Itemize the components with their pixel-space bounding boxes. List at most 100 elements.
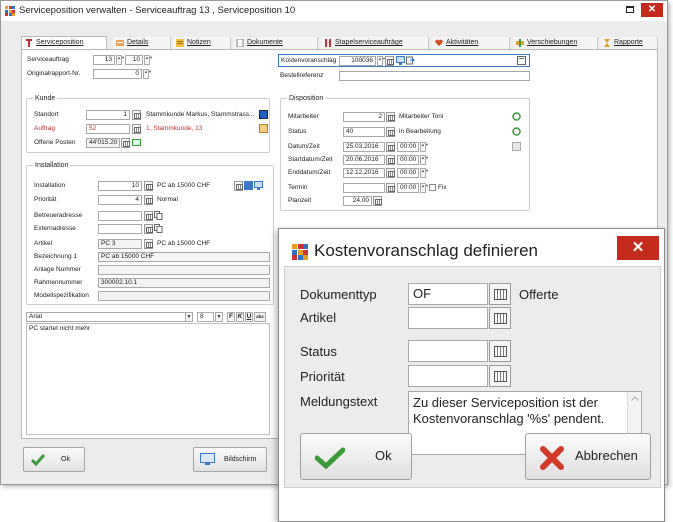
order-folder-icon[interactable] [259, 124, 268, 133]
maximize-icon[interactable] [626, 6, 634, 13]
arrow-edit-icon[interactable] [406, 56, 416, 65]
termin-time-spinner[interactable]: ▲▼ [420, 183, 429, 193]
dialog-status-field[interactable] [408, 340, 488, 362]
installation-field[interactable]: 10 [98, 181, 142, 191]
font-dropdown-chevron-icon[interactable]: ▼ [185, 312, 193, 322]
dialog-prioritaet-grid-button[interactable] [489, 365, 511, 387]
datum-disabled-icon [512, 142, 521, 151]
betreueradresse-copy-icon[interactable] [154, 211, 163, 220]
kostenvoranschlag-spinner[interactable]: ▲▼ [377, 56, 386, 66]
mitarbeiter-field[interactable]: 2 [343, 112, 385, 122]
serviceauftrag-field[interactable]: 13 [93, 55, 115, 65]
fix-label: Fix [438, 184, 447, 191]
font-size-select[interactable]: 8 [197, 312, 214, 322]
startdatum-time-spinner[interactable]: ▲▼ [420, 155, 429, 165]
service-icon [25, 39, 33, 47]
datum-time-spinner[interactable]: ▲▼ [420, 142, 429, 152]
kostenvoranschlag-field[interactable]: 100036 [339, 56, 376, 66]
betreueradresse-field[interactable] [98, 211, 142, 221]
standort-field[interactable]: 1 [86, 110, 130, 120]
prioritaet-grid-button[interactable] [144, 195, 153, 205]
italic-button[interactable]: K [236, 312, 244, 322]
serviceposition-field[interactable]: 10 [125, 55, 143, 65]
dokumenttyp-grid-button[interactable] [489, 283, 511, 305]
tab-verschiebungen[interactable]: Verschiebungen [513, 37, 598, 49]
mitarbeiter-grid-button[interactable] [386, 112, 395, 122]
bildschirm-button[interactable]: Bildschirm [193, 447, 267, 472]
planzeit-grid-button[interactable] [373, 196, 382, 206]
artikel-grid-button[interactable] [144, 239, 153, 249]
datum-time-field[interactable]: 00:00 [397, 142, 419, 152]
auftrag-grid-button[interactable] [132, 124, 141, 134]
font-family-select[interactable]: Arial [26, 312, 192, 322]
tab-serviceposition[interactable]: Serviceposition [21, 36, 107, 49]
externadresse-copy-icon[interactable] [154, 224, 163, 233]
tab-stapelserviceauftraege[interactable]: Stapelserviceaufträge [321, 37, 429, 49]
status-field[interactable]: 40 [343, 127, 385, 137]
tab-rapporte[interactable]: Rapporte [600, 37, 658, 49]
underline-button[interactable]: U [245, 312, 253, 322]
auftrag-field[interactable]: 52 [86, 124, 130, 134]
planzeit-field[interactable]: 24.00 [343, 196, 372, 206]
externadresse-field[interactable] [98, 224, 142, 234]
spellcheck-button[interactable]: abc [254, 312, 266, 322]
tab-details[interactable]: Details [113, 37, 171, 49]
originalrapport-spinner[interactable]: ▲▼ [143, 69, 152, 79]
standort-grid-button[interactable] [132, 110, 141, 120]
monitor-icon[interactable] [396, 56, 405, 65]
prioritaet-field[interactable]: 4 [98, 195, 142, 205]
dialog-prioritaet-field[interactable] [408, 365, 488, 387]
fix-checkbox[interactable] [429, 184, 436, 191]
kostenvoranschlag-dialog: Kostenvoranschlag definieren ✕ Dokumentt… [278, 228, 665, 522]
enddatum-time-spinner[interactable]: ▲▼ [420, 168, 429, 178]
size-dropdown-chevron-icon[interactable]: ▼ [215, 312, 223, 322]
offene-posten-label: Offene Posten [34, 139, 76, 146]
serviceposition-spinner[interactable]: ▲▼ [144, 55, 153, 65]
enddatum-field[interactable]: 12.12.2016 [343, 168, 385, 178]
enddatum-calendar-button[interactable] [386, 168, 395, 178]
installation-monitor-icon[interactable] [254, 181, 263, 190]
startdatum-field[interactable]: 20.06.2016 [343, 155, 385, 165]
tab-notizen[interactable]: Notizen [173, 37, 231, 49]
betreueradresse-grid-button[interactable] [144, 211, 153, 221]
serviceauftrag-spinner[interactable]: ▲▼ [116, 55, 125, 65]
installation-grid-button[interactable] [144, 181, 153, 191]
tab-dokumente[interactable]: Dokumente [233, 37, 318, 49]
refresh-mitarbeiter-icon[interactable] [512, 112, 521, 121]
originalrapport-field[interactable]: 0 [93, 69, 142, 79]
scroll-up-icon[interactable] [631, 396, 639, 401]
refresh-status-icon[interactable] [512, 127, 521, 136]
money-icon[interactable] [132, 138, 141, 147]
externadresse-grid-button[interactable] [144, 224, 153, 234]
termin-field[interactable] [343, 183, 385, 193]
datum-calendar-button[interactable] [386, 142, 395, 152]
editor-text: PC startet nicht mehr [29, 325, 91, 332]
status-grid-button[interactable] [386, 127, 395, 137]
dialog-ok-button[interactable]: Ok [300, 433, 412, 480]
main-ok-button[interactable]: Ok [23, 447, 85, 472]
dialog-cancel-button[interactable]: Abbrechen [525, 433, 651, 480]
bold-button[interactable]: F [227, 312, 235, 322]
installation-list-button[interactable] [234, 181, 243, 191]
startdatum-time-field[interactable]: 00:00 [397, 155, 419, 165]
customer-card-icon[interactable] [259, 110, 268, 119]
datum-field[interactable]: 25.03.2016 [343, 142, 385, 152]
window-close-button[interactable]: ✕ [641, 3, 663, 17]
kostenvoranschlag-grid-button[interactable] [385, 56, 394, 66]
dialog-artikel-grid-button[interactable] [489, 307, 511, 329]
tab-aktivitaeten[interactable]: Aktivitäten [432, 37, 510, 49]
startdatum-calendar-button[interactable] [386, 155, 395, 165]
enddatum-time-field[interactable]: 00:00 [397, 168, 419, 178]
dialog-artikel-field[interactable] [408, 307, 488, 329]
status-label: Status [288, 128, 307, 135]
dialog-close-button[interactable]: ✕ [617, 236, 659, 260]
installation-tree-icon[interactable] [244, 181, 253, 190]
open-detail-icon[interactable] [517, 56, 526, 65]
dokumenttyp-field[interactable]: OF [408, 283, 488, 305]
termin-calendar-button[interactable] [386, 183, 395, 193]
dialog-status-grid-button[interactable] [489, 340, 511, 362]
termin-time-field[interactable]: 00:00 [397, 183, 419, 193]
offene-posten-grid-button[interactable] [121, 138, 130, 148]
meldungstext-editor[interactable]: PC startet nicht mehr [26, 323, 270, 435]
bestellreferenz-field[interactable] [339, 71, 530, 81]
